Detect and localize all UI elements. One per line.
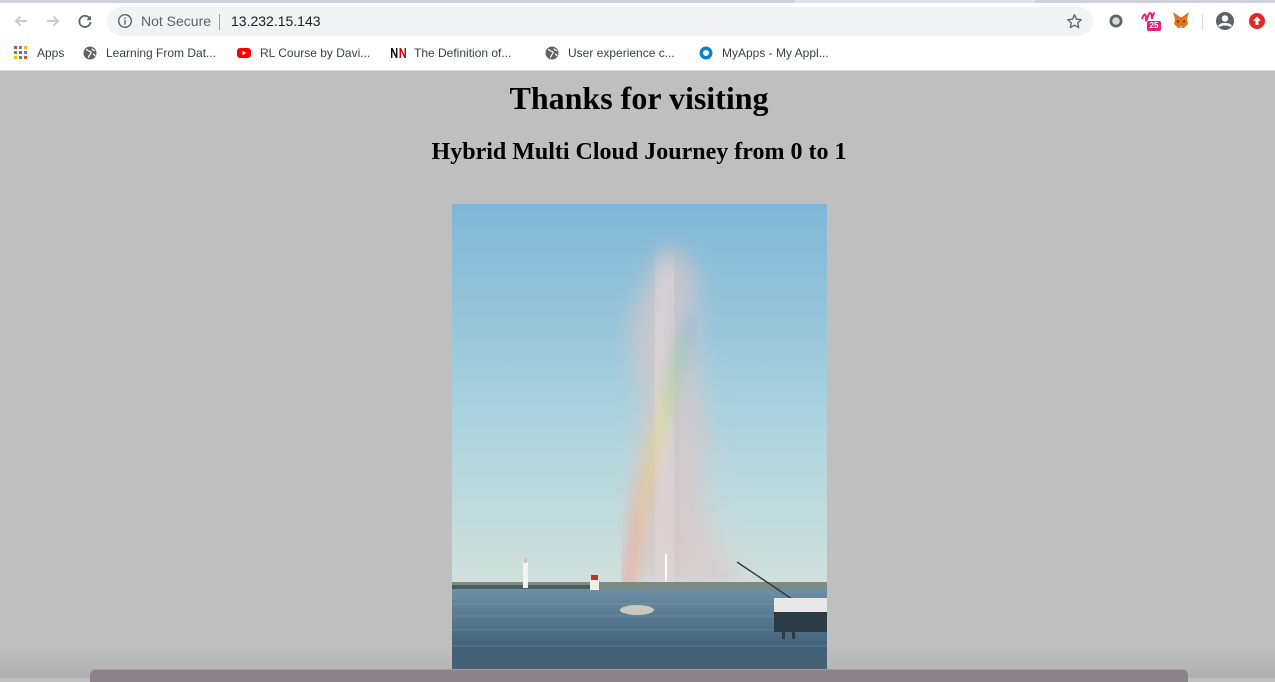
toolbar-divider <box>1202 14 1203 30</box>
reload-button[interactable] <box>72 8 98 34</box>
bookmark-definition[interactable]: The Definition of... <box>390 44 511 62</box>
globe-icon <box>545 46 559 60</box>
back-arrow-icon <box>14 15 27 27</box>
bookmark-label: Apps <box>37 46 65 60</box>
bookmark-learning-from-data[interactable]: Learning From Dat... <box>83 44 216 62</box>
update-arrow-icon[interactable] <box>1248 12 1266 30</box>
url-text[interactable]: 13.232.15.143 <box>231 13 321 30</box>
security-status[interactable]: Not Secure <box>141 13 211 30</box>
page-title: Thanks for visiting <box>509 80 769 116</box>
nn-icon <box>390 46 407 60</box>
bookmark-label: RL Course by Davi... <box>260 46 371 60</box>
page-subtitle: Hybrid Multi Cloud Journey from 0 to 1 <box>431 139 847 165</box>
youtube-icon <box>237 46 251 60</box>
macos-dock[interactable] <box>90 669 1188 682</box>
myapps-icon <box>699 46 713 60</box>
bookmark-myapps[interactable]: MyApps - My Appl... <box>699 44 829 62</box>
bookmark-label: User experience c... <box>568 46 675 60</box>
omnibox-divider <box>219 14 220 30</box>
m25-extension-icon[interactable]: 25 <box>1140 9 1162 33</box>
reload-icon <box>78 14 92 28</box>
browser-chrome: Not Secure 13.232.15.143 25 Apps Learnin… <box>0 0 1275 71</box>
apps-grid-icon <box>14 46 28 60</box>
toolbar: Not Secure 13.232.15.143 25 <box>0 3 1275 39</box>
bookmark-label: MyApps - My Appl... <box>722 46 829 60</box>
bookmarks-bar: Apps Learning From Dat... RL Course by D… <box>0 39 1275 67</box>
back-button[interactable] <box>8 8 34 34</box>
fountain-image <box>452 204 827 670</box>
bookmark-rl-course[interactable]: RL Course by Davi... <box>237 44 370 62</box>
globe-icon <box>83 46 97 60</box>
address-bar[interactable]: Not Secure 13.232.15.143 <box>107 7 1093 36</box>
fountain-photo <box>452 204 827 670</box>
chrome-divider <box>0 70 1275 71</box>
bookmark-user-experience[interactable]: User experience c... <box>545 44 675 62</box>
profile-avatar-icon[interactable] <box>1215 11 1235 31</box>
info-icon[interactable] <box>117 13 133 29</box>
metamask-fox-icon[interactable] <box>1171 10 1191 30</box>
bookmark-star-icon[interactable] <box>1066 13 1083 30</box>
bookmark-apps[interactable]: Apps <box>14 44 64 62</box>
forward-arrow-icon <box>47 15 60 27</box>
bookmark-label: The Definition of... <box>414 46 512 60</box>
forward-button[interactable] <box>40 8 66 34</box>
extension-badge: 25 <box>1149 21 1159 30</box>
record-icon[interactable] <box>1107 12 1125 30</box>
bookmark-label: Learning From Dat... <box>106 46 217 60</box>
